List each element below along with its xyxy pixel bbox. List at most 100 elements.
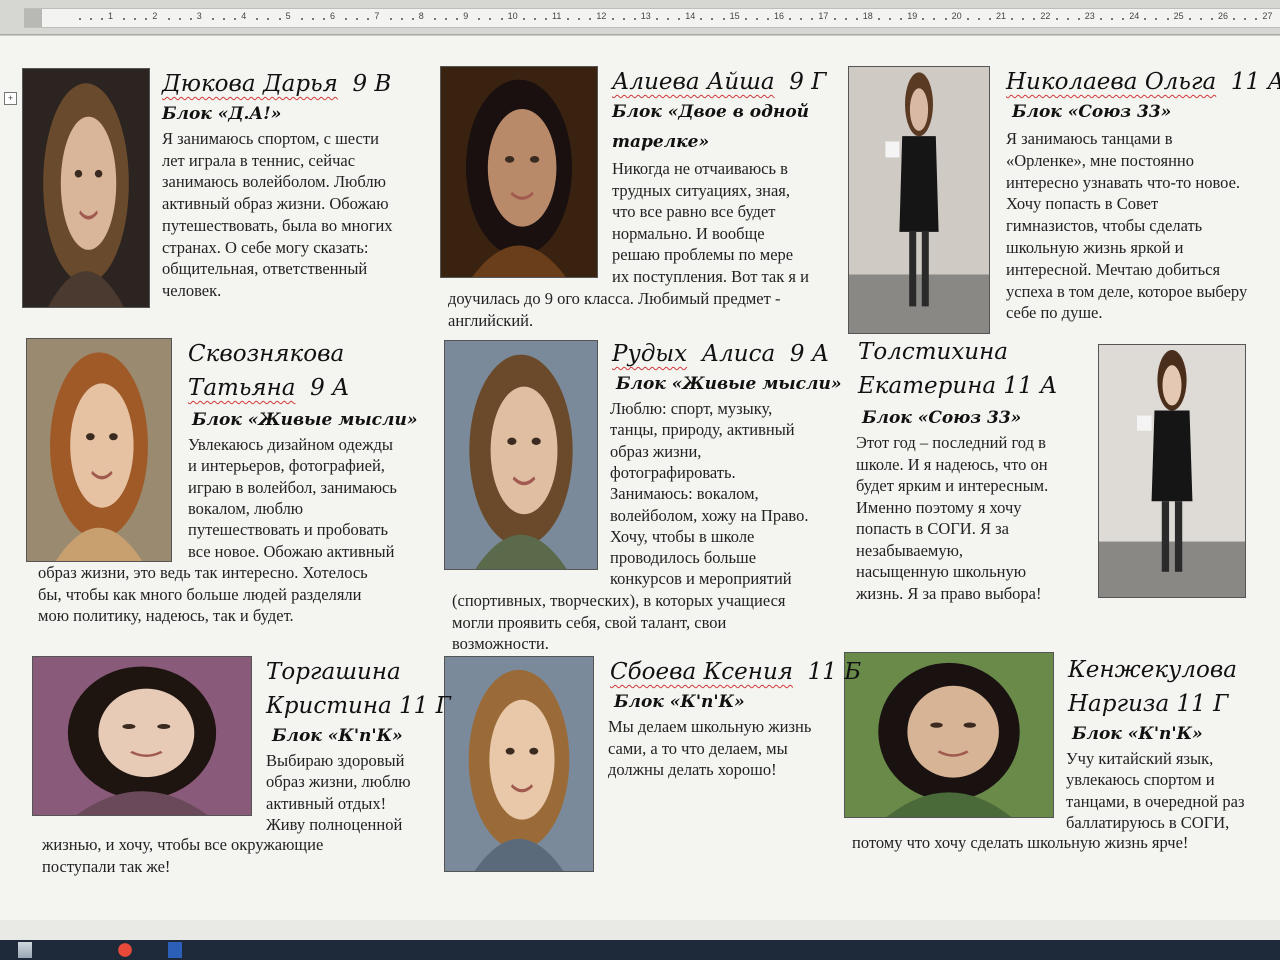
ruler-dot (78, 18, 81, 20)
student-name-part: Кенжекулова (1068, 657, 1237, 683)
photo-shape (529, 156, 540, 163)
student-text-line: волейболом, хожу на Право. (610, 505, 809, 525)
ruler-dot (889, 18, 891, 20)
ruler-dot (667, 18, 669, 20)
student-bloc-label: Блок «К'п'К» (272, 726, 403, 746)
student-bloc-label: Блок «Живые мысли» (616, 374, 842, 394)
student-text-line: школьную жизнь яркой и (1006, 238, 1184, 257)
ruler-tick-label: 11 (552, 11, 562, 21)
student-text-line: их поступления. Вот так я и (612, 266, 809, 286)
word-app-icon[interactable] (168, 942, 182, 958)
student-name: Алиева Айша 9 Г (612, 66, 826, 98)
student-text-line: лет играла в теннис, сейчас (162, 150, 356, 170)
ruler-tick-label: 15 (729, 11, 740, 21)
student-text-line: фотографировать. (610, 462, 736, 482)
ruler-dot (167, 18, 170, 20)
ruler-dot (722, 18, 725, 20)
student-text-line: потому что хочу сделать школьную жизнь я… (852, 833, 1189, 852)
photo-shape (489, 699, 555, 820)
photo-shape (909, 231, 917, 307)
ruler-tick-label: 22 (1040, 11, 1051, 21)
ruler-dot (1111, 18, 1113, 20)
photo-alieva (440, 66, 598, 278)
ruler-tick-label: 17 (818, 11, 829, 21)
student-text-line: попасть в СОГИ. Я за (856, 519, 1009, 538)
ruler-tick-label: 5 (285, 11, 291, 21)
ruler-dot (700, 18, 703, 20)
student-text-line: насыщенную школьную (856, 562, 1027, 581)
student-text-line: Люблю: спорт, музыку, (610, 399, 773, 418)
student-text-line: конкурсов и мероприятий (610, 569, 792, 589)
photo-shape (487, 109, 557, 227)
student-name: Сбоева Ксения 11 Б (610, 656, 861, 688)
student-bloc-label: Блок «Союз 33» (862, 408, 1022, 428)
photo-nikolaeva-image (849, 67, 989, 333)
ruler-dot (100, 18, 103, 20)
ruler-dot (544, 18, 547, 20)
ruler-dot (89, 18, 92, 20)
ruler-dot (389, 18, 392, 20)
ruler-dot (789, 18, 792, 20)
photo-shape (909, 88, 929, 131)
student-text-line: образ жизни, люблю (266, 772, 411, 792)
student-text-line: что все равно все будет (612, 202, 776, 221)
photo-shape (907, 685, 999, 778)
photo-rudykh-image (445, 341, 597, 569)
photo-sboeva-image (445, 657, 593, 871)
document-page[interactable]: + Дюкова Дарья 9 В Блок «Д.А!» Я занимаюсь… (0, 36, 1280, 920)
student-text-line: себе по душе. (1006, 303, 1103, 323)
photo-shape (899, 136, 939, 232)
student-text-line: танцами, в очередной раз (1066, 791, 1245, 811)
student-name-line: Екатерина 11 А (858, 370, 1057, 402)
student-text-line: школе. И я надеюсь, что он (856, 454, 1048, 474)
ruler-dot (489, 18, 492, 20)
student-text-line: сами, а то что делаем, мы (608, 738, 788, 758)
student-text-line: должны делать хорошо! (608, 760, 777, 779)
ruler-left-margin (24, 9, 42, 27)
ruler-dot (522, 18, 525, 20)
ruler-dot (1144, 18, 1147, 20)
photo-shape (531, 437, 541, 445)
ruler-dot (311, 18, 314, 20)
student-name-part: Кристина (266, 693, 392, 719)
ruler-track[interactable]: 1 2 3 4 5 6 7 8 9 10 11 12 13 14 15 16 17 18 19 20 21 22 23 24 2… (24, 8, 1280, 28)
ruler-tick-label: 26 (1218, 11, 1229, 21)
taskbar (0, 940, 1280, 960)
horizontal-ruler[interactable]: 1 2 3 4 5 6 7 8 9 10 11 12 13 14 15 16 17 18 19 20 21 22 23 24 2… (0, 0, 1280, 35)
student-text-line: «Орленке», мне постоянно (1006, 150, 1194, 170)
table-move-handle-icon[interactable]: + (4, 92, 17, 105)
photo-skvoznyakova-image (27, 339, 171, 561)
ruler-dot (1022, 18, 1025, 20)
photo-kenzhekulova (844, 652, 1054, 818)
student-name: Рудых Алиса 9 А (612, 338, 829, 370)
student-text-line: играю в волейбол, занимаюсь (188, 477, 397, 497)
student-text-line: мою политику, надеюсь, так и будет. (38, 606, 294, 625)
ruler-dot (123, 18, 126, 20)
student-text-line: баллатируюсь в СОГИ, (1066, 812, 1230, 832)
student-name-part: 9 А (789, 341, 830, 367)
ruler-dot (711, 18, 714, 20)
photo-shape (86, 433, 95, 441)
photo-shape (157, 723, 171, 730)
ruler-dot (411, 18, 414, 20)
ruler-tick-label: 1 (108, 11, 114, 21)
ruler-dot (345, 18, 348, 20)
student-name-line: Торгашина (266, 656, 401, 688)
photo-shape (490, 386, 558, 515)
photo-tolstikhina (1098, 344, 1246, 598)
ruler-dot (1199, 18, 1202, 20)
windows-explorer-icon[interactable] (18, 942, 32, 958)
photo-shape (98, 688, 195, 778)
ruler-dot (633, 18, 636, 20)
ruler-dot (211, 18, 214, 20)
ruler-dot (678, 18, 681, 20)
student-name-part: 11 Г (399, 693, 451, 719)
photo-shape (529, 747, 539, 755)
ruler-dot (567, 18, 570, 20)
ruler-tick-label: 18 (862, 11, 873, 21)
student-text-line: доучилась до 9 ого класса. Любимый предм… (448, 289, 781, 308)
ruler-tick-label: 19 (907, 11, 918, 21)
ruler-dot (178, 18, 181, 20)
photo-sboeva (444, 656, 594, 872)
close-app-icon[interactable] (116, 942, 134, 958)
